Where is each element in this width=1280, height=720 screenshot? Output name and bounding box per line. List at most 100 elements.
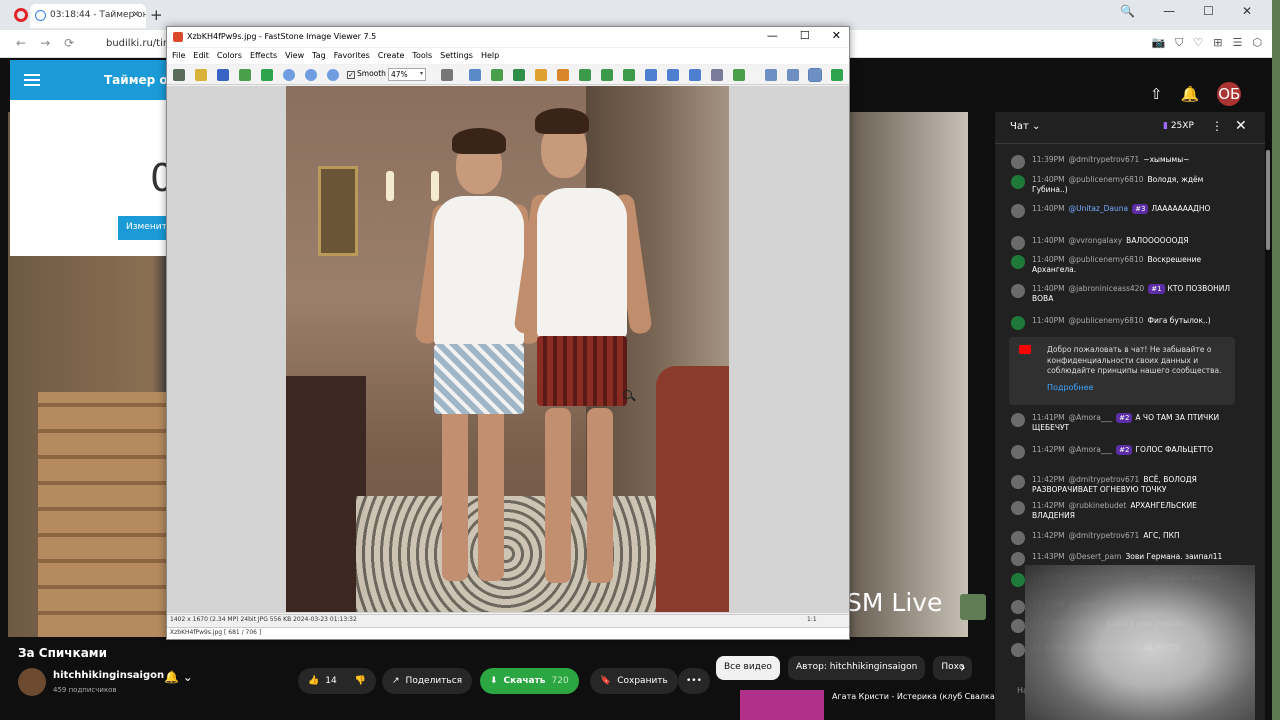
menu-tag[interactable]: Tag — [312, 48, 326, 64]
crop-icon[interactable] — [491, 69, 503, 81]
browser-minimize-button[interactable]: — — [1163, 4, 1175, 18]
print-icon[interactable] — [711, 69, 723, 81]
menu-tools[interactable]: Tools — [412, 48, 432, 64]
browser-close-button[interactable]: ✕ — [1242, 4, 1252, 18]
chat-avatar[interactable] — [1011, 531, 1025, 545]
chat-username[interactable]: @dmitrypetrov671 — [1069, 475, 1140, 484]
save-button[interactable]: 🔖 Сохранить — [590, 668, 678, 694]
more-actions-button[interactable]: ••• — [678, 668, 710, 694]
fs-minimize-button[interactable]: — — [767, 29, 778, 42]
menu-help[interactable]: Help — [481, 48, 499, 64]
chat-close-icon[interactable]: ✕ — [1235, 118, 1247, 134]
chip-author[interactable]: Автор: hitchhikinginsaigon — [787, 656, 926, 680]
camera-icon[interactable]: 📷 — [1151, 36, 1165, 50]
chat-avatar[interactable] — [1011, 445, 1025, 459]
chat-avatar[interactable] — [1011, 175, 1025, 189]
chat-avatar[interactable] — [1011, 475, 1025, 489]
image-viewport[interactable] — [167, 86, 849, 613]
fullscreen-toggle-icon[interactable] — [831, 69, 843, 81]
slideshow-icon[interactable] — [733, 69, 745, 81]
chip-similar[interactable]: Похо — [933, 656, 973, 680]
thumbnails-icon[interactable] — [765, 69, 777, 81]
zoom-in-icon[interactable] — [283, 69, 295, 81]
chat-username[interactable]: @vvrongalaxy — [1069, 236, 1123, 245]
cube-icon[interactable]: ⬡ — [1252, 36, 1262, 50]
next-video-thumbnail[interactable] — [740, 690, 824, 720]
menu-effects[interactable]: Effects — [250, 48, 277, 64]
channel-name[interactable]: hitchhikinginsaigon — [53, 670, 164, 681]
chat-username[interactable]: @Amora___ — [1069, 445, 1112, 454]
chat-title[interactable]: Чат ⌄ — [1010, 121, 1040, 132]
upload-icon[interactable]: ⇧ — [1150, 85, 1163, 103]
notice-more-link[interactable]: Подробнее — [1047, 383, 1093, 392]
chat-username[interactable]: @dmitrypetrov671 — [1069, 531, 1140, 540]
chat-avatar[interactable] — [1011, 236, 1025, 250]
email-icon[interactable] — [667, 69, 679, 81]
heart-icon[interactable]: ♡ — [1193, 36, 1203, 50]
subscribe-bell-icon[interactable]: 🔔 ⌄ — [164, 670, 193, 684]
share-button[interactable]: ↗ Поделиться — [382, 668, 473, 694]
channel-avatar[interactable] — [18, 668, 46, 696]
export-icon[interactable] — [261, 69, 273, 81]
menu-edit[interactable]: Edit — [193, 48, 209, 64]
chat-avatar[interactable] — [1011, 255, 1025, 269]
browser-search-icon[interactable]: 🔍 — [1120, 4, 1135, 18]
like-button[interactable]: 👍 14 👎 — [298, 668, 376, 694]
hand-tool-icon[interactable] — [441, 69, 453, 81]
open-folder-icon[interactable] — [195, 69, 207, 81]
browser-maximize-button[interactable]: ☐ — [1203, 4, 1214, 18]
notifications-bell-icon[interactable]: 🔔 — [1181, 85, 1200, 103]
user-avatar[interactable]: ОБ — [1217, 82, 1242, 106]
chat-username[interactable]: @rubkinebudet — [1069, 501, 1127, 510]
extensions-icon[interactable]: ⊞ — [1213, 36, 1222, 50]
hamburger-menu-icon[interactable] — [24, 74, 40, 86]
reload-icon[interactable]: ⟳ — [64, 36, 74, 50]
save-icon[interactable] — [217, 69, 229, 81]
new-tab-button[interactable]: + — [150, 6, 163, 24]
download-quality[interactable]: 720 — [552, 676, 569, 686]
chat-avatar[interactable] — [1011, 643, 1025, 657]
actual-size-icon[interactable] — [327, 69, 339, 81]
chat-avatar[interactable] — [1011, 573, 1025, 587]
chat-username[interactable]: @publicenemy6810 — [1069, 255, 1144, 264]
full-screen-icon[interactable] — [808, 68, 822, 82]
tab-timer[interactable]: 03:18:44 - Таймер онлайн — [30, 4, 146, 28]
browser-mode-icon[interactable] — [173, 69, 185, 81]
download-button[interactable]: ⬇ Скачать 720 — [480, 668, 579, 694]
chat-avatar[interactable] — [1011, 600, 1025, 614]
smooth-checkbox[interactable]: ✓ Smooth — [347, 69, 386, 79]
opera-logo-icon[interactable] — [14, 8, 28, 22]
thumbs-down-icon[interactable]: 👎 — [355, 676, 366, 686]
back-arrow-icon[interactable]: ← — [16, 36, 26, 50]
chat-username[interactable]: @Unitaz_Dauna — [1069, 204, 1129, 213]
fs-titlebar[interactable]: XzbKH4fPw9s.jpg - FastStone Image Viewer… — [167, 27, 849, 47]
chat-username[interactable]: @publicenemy6810 — [1069, 175, 1144, 184]
adjust-colors-icon[interactable] — [535, 69, 547, 81]
chat-scrollbar[interactable] — [1266, 150, 1270, 250]
chips-next-arrow-icon[interactable]: › — [960, 660, 966, 676]
save-as-icon[interactable] — [239, 69, 251, 81]
chat-avatar[interactable] — [1011, 204, 1025, 218]
compare-icon[interactable] — [689, 69, 701, 81]
flip-icon[interactable] — [645, 69, 657, 81]
menu-file[interactable]: File — [172, 48, 185, 64]
status-ratio[interactable]: 1:1 — [807, 616, 817, 623]
chat-more-icon[interactable]: ⋮ — [1211, 119, 1223, 133]
forward-arrow-icon[interactable]: → — [40, 36, 50, 50]
displayed-photo[interactable] — [286, 86, 729, 612]
menu-favorites[interactable]: Favorites — [334, 48, 370, 64]
fs-maximize-button[interactable]: ☐ — [800, 29, 810, 42]
chat-username[interactable]: @Desert_pam — [1069, 552, 1122, 561]
menu-view[interactable]: View — [285, 48, 304, 64]
menu-colors[interactable]: Colors — [217, 48, 242, 64]
rotate-right-icon[interactable] — [623, 69, 635, 81]
menu-create[interactable]: Create — [378, 48, 405, 64]
shield-icon[interactable]: ⛉ — [1175, 36, 1183, 50]
fs-close-button[interactable]: ✕ — [832, 29, 841, 42]
chat-username[interactable]: @publicenemy6810 — [1069, 316, 1144, 325]
chip-all-videos[interactable]: Все видео — [716, 656, 780, 680]
zoom-out-icon[interactable] — [305, 69, 317, 81]
chat-avatar[interactable] — [1011, 552, 1025, 566]
redeye-icon[interactable] — [513, 69, 525, 81]
chat-username[interactable]: @dmitrypetrov671 — [1069, 155, 1140, 164]
